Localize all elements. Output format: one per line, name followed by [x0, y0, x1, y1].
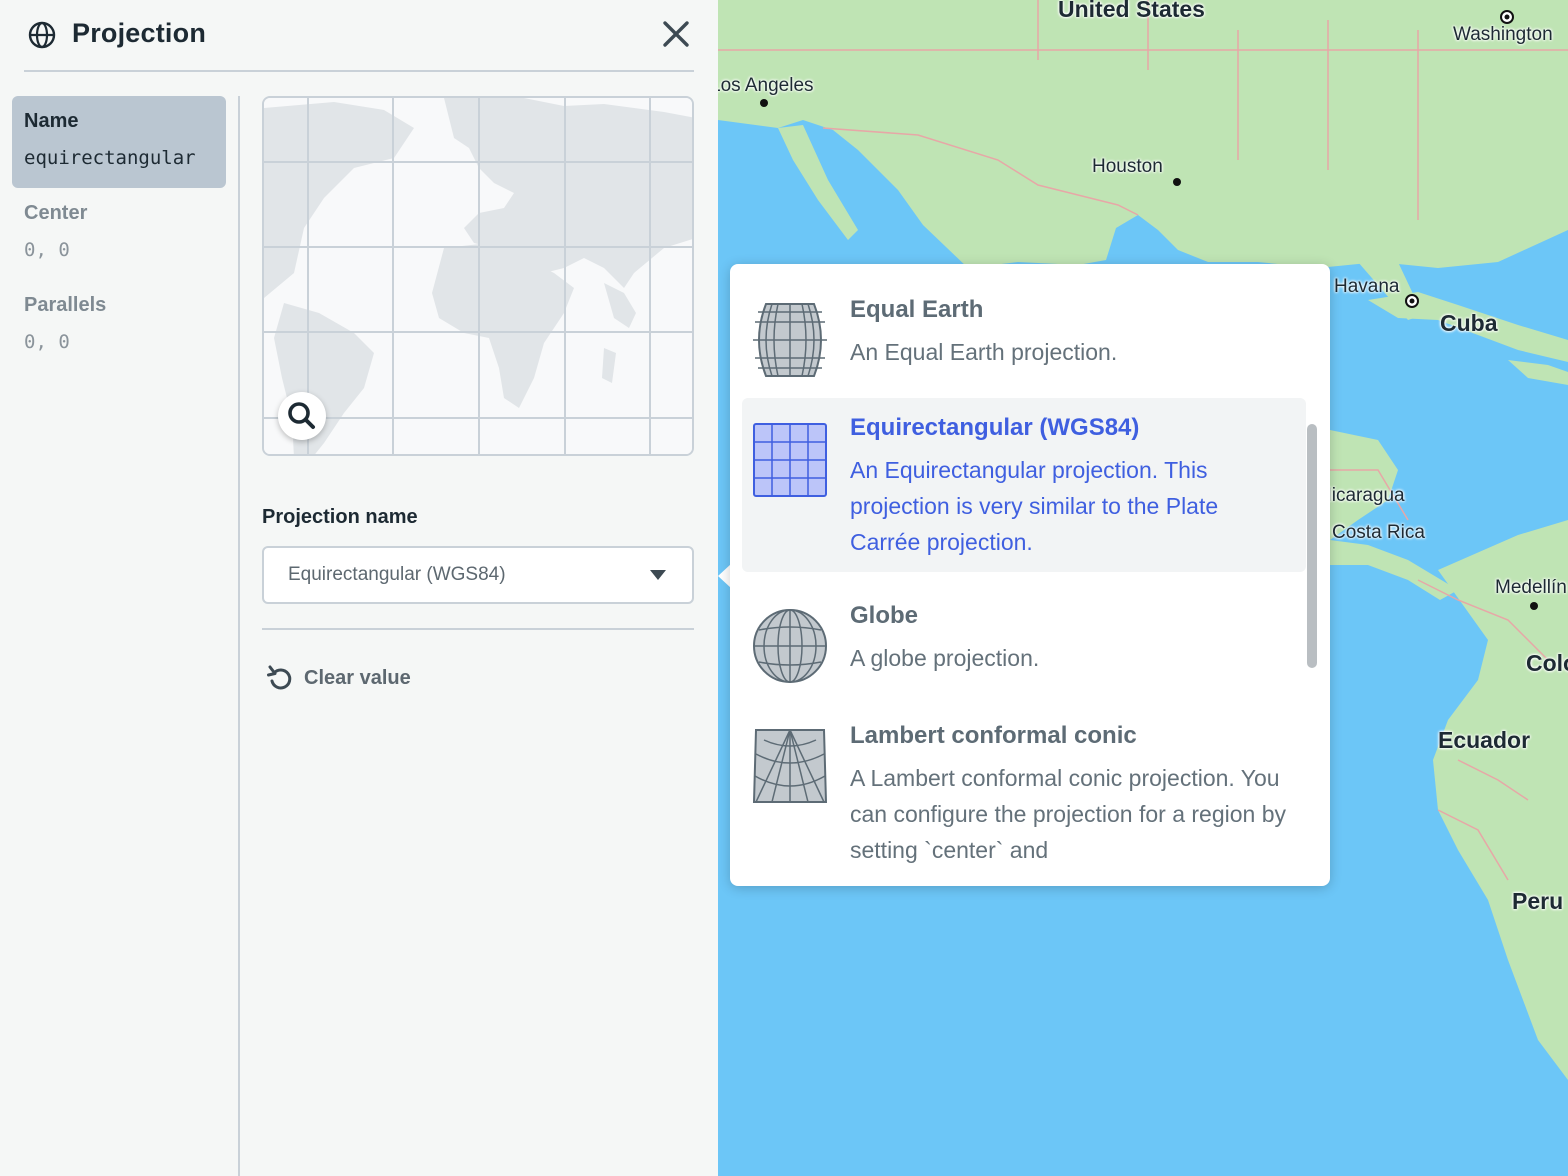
projection-panel: Projection Name equirectangular Center 0… — [0, 0, 718, 1176]
option-title: Equal Earth — [850, 296, 984, 323]
option-equirectangular[interactable]: Equirectangular (WGS84) An Equirectangul… — [742, 398, 1306, 572]
map-label-city: Havana — [1334, 276, 1400, 297]
property-value: equirectangular — [24, 147, 196, 169]
equirectangular-icon — [753, 423, 827, 497]
option-description: A globe projection. — [850, 645, 1040, 671]
panel-title: Projection — [72, 18, 207, 48]
property-label: Name — [24, 110, 79, 132]
option-title: Globe — [850, 602, 919, 629]
option-lambert-conformal-conic[interactable]: Lambert conformal conic A Lambert confor… — [742, 708, 1306, 886]
map-label-city: Houston — [1092, 156, 1163, 177]
property-value: 0, 0 — [24, 239, 70, 261]
property-parallels[interactable]: Parallels 0, 0 — [12, 280, 226, 372]
option-globe[interactable]: Globe A globe projection. — [742, 588, 1306, 698]
globe-icon — [28, 21, 56, 49]
undo-icon — [267, 665, 292, 690]
map-label-country: Costa Rica — [1332, 522, 1425, 543]
option-equal-earth[interactable]: Equal Earth An Equal Earth projection. — [742, 282, 1306, 392]
property-center[interactable]: Center 0, 0 — [12, 188, 226, 280]
map-label-country: Colombia — [1526, 650, 1568, 676]
option-title: Equirectangular (WGS84) — [850, 414, 1140, 441]
close-icon[interactable] — [658, 16, 694, 52]
map-label-country: United States — [1058, 0, 1205, 22]
map-label-city: Washington — [1453, 24, 1553, 45]
projection-name-label: Projection name — [262, 506, 418, 528]
property-label: Center — [24, 202, 88, 224]
projection-preview — [262, 96, 694, 456]
dropdown-scrollbar[interactable] — [1307, 424, 1317, 668]
select-value: Equirectangular (WGS84) — [288, 564, 506, 585]
map-label-city: Medellín — [1495, 577, 1567, 598]
sidebar-divider — [238, 96, 240, 1176]
projection-dropdown: Equal Earth An Equal Earth projection. E… — [730, 264, 1330, 886]
search-icon[interactable] — [278, 392, 326, 440]
lambert-conic-icon — [752, 729, 828, 803]
option-description: An Equal Earth projection. — [850, 339, 1118, 365]
option-title: Lambert conformal conic — [850, 722, 1137, 749]
projection-name-select[interactable]: Equirectangular (WGS84) — [262, 546, 694, 604]
close-button[interactable] — [658, 16, 694, 52]
property-value: 0, 0 — [24, 331, 70, 353]
divider — [262, 628, 694, 630]
clear-value-button[interactable]: Clear value — [266, 660, 411, 696]
map-label-city: Los Angeles — [718, 75, 814, 96]
option-description: An Equirectangular projection. This proj… — [850, 457, 1219, 555]
equal-earth-icon — [753, 303, 827, 377]
map-label-country: Ecuador — [1438, 727, 1531, 753]
panel-header: Projection — [24, 0, 694, 72]
clear-value-label: Clear value — [304, 666, 411, 689]
preview-world-map — [264, 98, 692, 454]
map-label-country: Peru — [1512, 888, 1564, 914]
globe-projection-icon — [753, 609, 827, 683]
property-name[interactable]: Name equirectangular — [12, 96, 226, 188]
property-label: Parallels — [24, 294, 107, 316]
zoom-preview-button[interactable] — [278, 392, 326, 440]
option-description: A Lambert conformal conic projection. Yo… — [850, 765, 1286, 863]
map-label-country: Cuba — [1440, 310, 1498, 336]
map-label-country: Nicaragua — [1318, 485, 1405, 506]
caret-down-icon[interactable] — [650, 570, 666, 580]
